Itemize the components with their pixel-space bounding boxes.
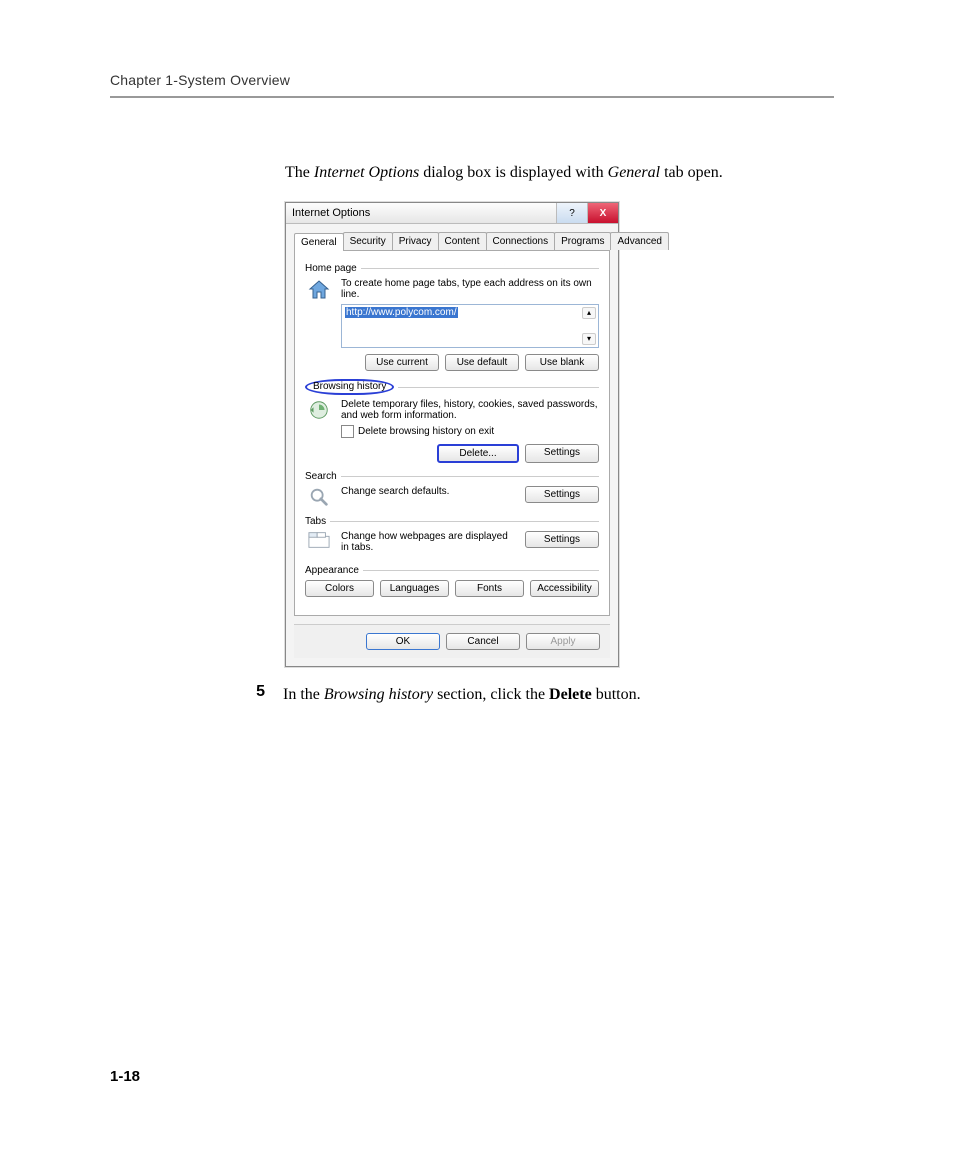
help-button[interactable]: ? [556,203,587,223]
page-number: 1-18 [110,1068,140,1085]
tab-advanced[interactable]: Advanced [610,232,668,250]
close-button[interactable]: X [587,203,618,223]
header-rule [110,96,834,98]
homepage-title: Home page [305,263,361,274]
tab-connections[interactable]: Connections [486,232,556,250]
history-settings-button[interactable]: Settings [525,444,599,463]
chevron-up-icon: ▴ [582,307,596,319]
tabs-icon [305,531,333,557]
tabs-hint: Change how webpages are displayed in tab… [341,531,517,553]
general-panel: Home page To create home page tabs, type… [294,251,610,616]
checkbox-icon [341,425,354,438]
tab-strip: General Security Privacy Content Connect… [294,232,610,251]
use-default-button[interactable]: Use default [445,354,519,371]
cancel-button[interactable]: Cancel [446,633,520,650]
tab-programs[interactable]: Programs [554,232,611,250]
browsing-history-group: Browsing history Delete temporary files,… [305,379,599,463]
tab-privacy[interactable]: Privacy [392,232,439,250]
tab-general[interactable]: General [294,233,344,251]
use-current-button[interactable]: Use current [365,354,439,371]
tab-security[interactable]: Security [343,232,393,250]
history-icon [305,399,333,463]
delete-on-exit-label: Delete browsing history on exit [358,426,494,437]
intro-paragraph: The Internet Options dialog box is displ… [285,161,834,184]
search-title: Search [305,471,341,482]
dialog-footer: OK Cancel Apply [294,624,610,658]
search-settings-button[interactable]: Settings [525,486,599,503]
delete-button[interactable]: Delete... [437,444,519,463]
step-text: In the Browsing history section, click t… [283,683,641,706]
step-5: 5 In the Browsing history section, click… [285,683,834,706]
close-icon: X [600,208,607,219]
languages-button[interactable]: Languages [380,580,449,597]
intro-em1: Internet Options [314,164,419,181]
search-hint: Change search defaults. [341,486,517,497]
chapter-header: Chapter 1-System Overview [110,72,834,88]
colors-button[interactable]: Colors [305,580,374,597]
url-spin[interactable]: ▴▾ [582,307,596,345]
homepage-url-value: http://www.polycom.com/ [345,307,458,318]
search-icon [305,486,333,508]
intro-post: tab open. [660,164,723,181]
search-group: Search Change search defaults. Settings [305,471,599,508]
tabs-group: Tabs Change how webpages are displayed i… [305,516,599,557]
intro-pre: The [285,164,314,181]
chevron-down-icon: ▾ [582,333,596,345]
titlebar: Internet Options ? X [286,203,618,224]
step-mid: section, click the [433,686,549,703]
appearance-title: Appearance [305,565,363,576]
delete-on-exit-checkbox[interactable]: Delete browsing history on exit [341,425,599,438]
accessibility-button[interactable]: Accessibility [530,580,599,597]
internet-options-dialog: Internet Options ? X General Security Pr… [285,202,619,667]
ok-button[interactable]: OK [366,633,440,650]
appearance-group: Appearance Colors Languages Fonts Access… [305,565,599,597]
intro-em2: General [608,164,660,181]
tabs-title: Tabs [305,516,330,527]
step-em: Browsing history [324,686,433,703]
tabs-settings-button[interactable]: Settings [525,531,599,548]
use-blank-button[interactable]: Use blank [525,354,599,371]
homepage-url-field[interactable]: http://www.polycom.com/ ▴▾ [341,304,599,348]
tab-content[interactable]: Content [438,232,487,250]
step-pre: In the [283,686,324,703]
apply-button[interactable]: Apply [526,633,600,650]
help-icon: ? [569,208,575,219]
intro-mid: dialog box is displayed with [419,164,607,181]
dialog-title: Internet Options [292,207,370,219]
homepage-hint: To create home page tabs, type each addr… [341,278,599,300]
step-bold: Delete [549,686,592,703]
history-hint: Delete temporary files, history, cookies… [341,399,599,421]
step-number: 5 [249,683,265,706]
home-icon [305,278,333,371]
fonts-button[interactable]: Fonts [455,580,524,597]
browsing-history-title: Browsing history [305,379,394,395]
step-post: button. [592,686,641,703]
homepage-group: Home page To create home page tabs, type… [305,263,599,371]
